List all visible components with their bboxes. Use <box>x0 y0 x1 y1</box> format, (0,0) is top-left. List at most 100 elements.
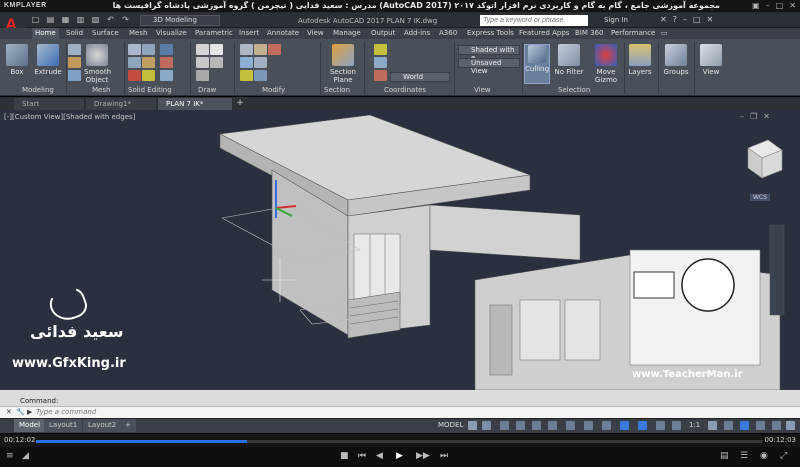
layout-tab-layout1[interactable]: Layout1 <box>44 419 83 432</box>
revolve-icon[interactable] <box>68 57 81 68</box>
osnap-icon[interactable] <box>566 421 575 430</box>
panel-label-view[interactable]: View <box>474 86 491 96</box>
annotation-monitor-icon[interactable] <box>724 421 733 430</box>
mesh-tool-4-icon[interactable] <box>142 57 155 68</box>
acad-minimize-icon[interactable]: – <box>683 15 687 24</box>
annotation-scale[interactable]: 1:1 <box>689 421 700 429</box>
mesh-tool-5-icon[interactable] <box>128 70 141 81</box>
acad-maximize-icon[interactable]: □ <box>693 15 701 24</box>
customization-icon[interactable] <box>786 421 795 430</box>
tab-visualize[interactable]: Visualize <box>153 28 190 39</box>
command-input[interactable] <box>36 407 436 417</box>
view-button[interactable]: View <box>698 44 724 76</box>
fillet-icon[interactable] <box>254 70 267 81</box>
ucs-dropdown[interactable]: World <box>390 72 450 82</box>
circle-icon[interactable] <box>210 44 223 55</box>
dynamic-ucs-icon[interactable] <box>620 421 629 430</box>
close-icon[interactable]: ✕ <box>789 1 796 10</box>
redo-icon[interactable]: ↷ <box>120 15 131 25</box>
smooth-object-button[interactable]: Smooth Object <box>84 44 111 84</box>
panel-label-modify[interactable]: Modify <box>262 86 285 96</box>
panel-label-solid-editing[interactable]: Solid Editing <box>128 86 172 96</box>
command-close-icon[interactable]: ✕ <box>6 408 12 416</box>
tab-output[interactable]: Output <box>368 28 398 39</box>
tab-mesh[interactable]: Mesh <box>126 28 150 39</box>
rewind-icon[interactable]: ◀ <box>376 451 383 461</box>
minimize-icon[interactable]: – <box>766 1 770 10</box>
tab-annotate[interactable]: Annotate <box>264 28 302 39</box>
tab-a360[interactable]: A360 <box>436 28 460 39</box>
sweep-icon[interactable] <box>68 70 81 81</box>
solid-edit-3-icon[interactable] <box>160 70 173 81</box>
layout-tab-layout2[interactable]: Layout2 <box>83 419 122 432</box>
mesh-tool-3-icon[interactable] <box>128 57 141 68</box>
mesh-tool-1-icon[interactable] <box>128 44 141 55</box>
isodraft-icon[interactable] <box>532 421 541 430</box>
panel-label-modeling[interactable]: Modeling <box>22 86 54 96</box>
culling-button[interactable]: Culling <box>524 44 550 84</box>
isolate-objects-icon[interactable] <box>740 421 749 430</box>
lineweight-icon[interactable] <box>602 421 611 430</box>
maximize-icon[interactable]: □ <box>776 1 784 10</box>
arc-icon[interactable] <box>196 70 209 81</box>
rectangle-icon[interactable] <box>196 57 209 68</box>
seek-track[interactable] <box>36 440 762 443</box>
gizmo-icon[interactable] <box>656 421 665 430</box>
ucs-icon[interactable] <box>374 44 387 55</box>
new-tab-icon[interactable]: + <box>234 98 246 109</box>
volume-icon[interactable]: ◢ <box>22 451 29 461</box>
player-menu-icon[interactable]: ≡ <box>6 451 14 461</box>
ortho-icon[interactable] <box>500 421 509 430</box>
mirror-icon[interactable] <box>254 57 267 68</box>
solid-edit-2-icon[interactable] <box>160 57 173 68</box>
box-button[interactable]: Box <box>4 44 30 76</box>
wcs-label[interactable]: WCS <box>750 194 770 201</box>
panel-label-section[interactable]: Section <box>324 86 350 96</box>
ucs-3-icon[interactable] <box>374 70 387 81</box>
next-icon[interactable]: ⏭ <box>440 451 448 461</box>
view-dropdown[interactable]: Unsaved View <box>458 58 520 75</box>
layers-button[interactable]: Layers <box>626 44 654 76</box>
search-input[interactable] <box>480 15 588 26</box>
tab-manage[interactable]: Manage <box>330 28 364 39</box>
help-icon[interactable]: ? <box>673 15 677 24</box>
workspace-switch-icon[interactable] <box>708 421 717 430</box>
tab-add-ins[interactable]: Add-ins <box>401 28 433 39</box>
object-snap-tracking-icon[interactable] <box>548 421 557 430</box>
snap-icon[interactable] <box>482 421 491 430</box>
tab-home[interactable]: Home <box>32 28 59 39</box>
file-tab-plan7ik[interactable]: PLAN 7 IK* <box>158 98 232 110</box>
3d-osnap-icon[interactable] <box>584 421 593 430</box>
tab-performance[interactable]: Performance <box>608 28 658 39</box>
fullscreen-icon[interactable]: ⤢ <box>780 451 787 461</box>
model-space-status[interactable]: MODEL <box>438 421 463 429</box>
command-prompt-icon[interactable]: ▶ <box>27 408 32 416</box>
selection-cycling-icon[interactable] <box>638 421 647 430</box>
annotation-visibility-icon[interactable] <box>672 421 681 430</box>
panel-label-mesh[interactable]: Mesh <box>92 86 110 96</box>
erase-icon[interactable] <box>268 44 281 55</box>
eq-icon[interactable]: ▤ <box>720 451 729 461</box>
no-filter-button[interactable]: No Filter <box>553 44 585 76</box>
pin-icon[interactable]: ▣ <box>752 1 760 10</box>
grid-icon[interactable] <box>468 421 477 430</box>
command-settings-icon[interactable]: 🔧 <box>16 408 25 416</box>
acad-close-icon[interactable]: ✕ <box>707 15 714 24</box>
ucs-2-icon[interactable] <box>374 57 387 68</box>
move-icon[interactable] <box>240 44 253 55</box>
saveas-icon[interactable]: ▥ <box>75 15 86 25</box>
workspace-selector[interactable]: 3D Modeling <box>140 15 220 26</box>
mesh-tool-6-icon[interactable] <box>142 70 155 81</box>
clean-screen-icon[interactable] <box>772 421 781 430</box>
forward-icon[interactable]: ▶▶ <box>416 451 430 461</box>
file-tab-start[interactable]: Start <box>14 98 84 110</box>
capture-icon[interactable]: ◉ <box>760 451 768 461</box>
panel-label-coordinates[interactable]: Coordinates <box>384 86 426 96</box>
stop-icon[interactable]: ■ <box>340 451 349 461</box>
file-tab-drawing1[interactable]: Drawing1* <box>86 98 156 110</box>
playlist-icon[interactable]: ☰ <box>740 451 748 461</box>
copy-icon[interactable] <box>240 57 253 68</box>
solid-small-icon[interactable] <box>68 44 81 55</box>
section-plane-button[interactable]: Section Plane <box>328 44 358 84</box>
tab-express-tools[interactable]: Express Tools <box>464 28 517 39</box>
